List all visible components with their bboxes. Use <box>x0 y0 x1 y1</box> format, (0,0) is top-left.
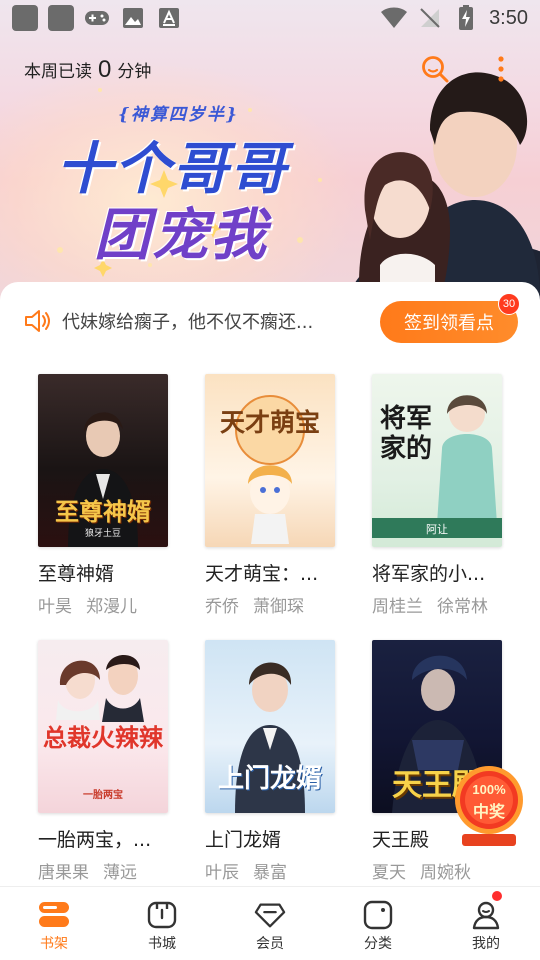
profile-icon <box>470 899 502 931</box>
book-card[interactable]: 总裁火辣辣 一胎两宝 一胎两宝，... 唐果果 薄远 <box>38 640 170 883</box>
gamepad-icon <box>84 5 110 31</box>
cover-title: 总裁火辣辣 <box>43 723 163 752</box>
book-card[interactable]: 至尊神婿 狼牙土豆 至尊神婿 叶昊 郑漫儿 <box>38 374 170 617</box>
notice-bar[interactable]: 代妹嫁给瘸子，他不仅不瘸还... 签到领看点 30 <box>22 293 520 344</box>
banner-title-line2: 团宠我 <box>94 202 268 268</box>
font-icon <box>156 5 182 31</box>
speaker-icon <box>22 306 52 336</box>
app-icon <box>12 5 38 31</box>
author-name: 萧御琛 <box>253 597 304 617</box>
notification-dot <box>492 891 502 901</box>
cover-title: 上门龙婿 <box>217 764 322 794</box>
checkin-button[interactable]: 签到领看点 30 <box>380 293 520 343</box>
author-name: 徐常林 <box>437 597 488 617</box>
status-time: 3:50 <box>489 6 528 29</box>
nav-label: 我的 <box>472 936 500 952</box>
cover-illustration <box>235 395 305 544</box>
cover-author: 阿让 <box>426 523 448 536</box>
checkin-label: 签到领看点 <box>404 313 494 334</box>
bottom-nav: 书架 书城 会员 分类 我的 <box>0 886 540 960</box>
author-name: 暴富 <box>253 863 287 883</box>
wifi-icon <box>381 5 408 31</box>
promo-percent: 100% <box>472 782 506 797</box>
diamond-icon <box>254 899 286 931</box>
author-name: 叶昊 <box>38 597 72 617</box>
author-name: 郑漫儿 <box>86 597 137 617</box>
book-authors: 乔侨 萧御琛 <box>205 592 337 617</box>
no-signal-icon <box>417 5 443 31</box>
weekly-read-stat[interactable]: 本周已读 0 分钟 <box>24 56 151 84</box>
nav-label: 分类 <box>364 936 392 952</box>
banner-couple-illustration <box>350 72 540 300</box>
cover-subtitle: 一胎两宝 <box>83 790 123 801</box>
cover-author: 狼牙土豆 <box>84 529 121 539</box>
top-actions <box>418 52 518 86</box>
author-name: 薄远 <box>103 863 137 883</box>
nav-label: 书城 <box>148 936 176 952</box>
nav-membership[interactable]: 会员 <box>216 887 324 960</box>
battery-charging-icon <box>453 5 479 31</box>
author-name: 周婉秋 <box>420 863 471 883</box>
book-cover[interactable]: 至尊神婿 狼牙土豆 <box>38 374 168 547</box>
bookshelf-icon <box>38 899 70 931</box>
cover-title: 将军家的 <box>379 404 432 464</box>
author-name: 周桂兰 <box>372 597 423 617</box>
book-title[interactable]: 至尊神婿 <box>38 559 170 586</box>
nav-bookstore[interactable]: 书城 <box>108 887 216 960</box>
cover-title: 天才萌宝 <box>219 408 320 437</box>
book-authors: 周桂兰 徐常林 <box>372 592 504 617</box>
book-authors: 唐果果 薄远 <box>38 858 170 883</box>
book-title[interactable]: 将军家的小... <box>372 559 504 586</box>
read-stat-label: 本周已读 <box>24 62 92 82</box>
author-name: 夏天 <box>372 863 406 883</box>
nav-label: 会员 <box>256 936 284 952</box>
read-unit: 分钟 <box>117 62 152 82</box>
banner-subtitle: {神算四岁半} <box>118 105 239 125</box>
book-cover[interactable]: 天才萌宝 <box>205 374 335 547</box>
nav-category[interactable]: 分类 <box>324 887 432 960</box>
cover-title: 至尊神婿 <box>55 497 151 526</box>
image-icon <box>120 5 146 31</box>
checkin-badge: 30 <box>498 293 520 315</box>
author-name: 乔侨 <box>205 597 239 617</box>
more-vertical-icon[interactable] <box>484 52 518 86</box>
nav-bookshelf[interactable]: 书架 <box>0 887 108 960</box>
lottery-promo-button[interactable]: 100% 中奖 <box>452 762 526 850</box>
book-card[interactable]: 天才萌宝 天才萌宝：... 乔侨 萧御琛 <box>205 374 337 617</box>
book-title[interactable]: 上门龙婿 <box>205 825 337 852</box>
promo-label: 中奖 <box>472 802 505 821</box>
book-cover[interactable]: 将军家的 阿让 <box>372 374 502 547</box>
author-name: 叶辰 <box>205 863 239 883</box>
nav-profile[interactable]: 我的 <box>432 887 540 960</box>
nav-label: 书架 <box>40 936 68 952</box>
book-authors: 叶昊 郑漫儿 <box>38 592 170 617</box>
book-title[interactable]: 天才萌宝：... <box>205 559 337 586</box>
category-icon <box>362 899 394 931</box>
bookstore-icon <box>146 899 178 931</box>
book-title[interactable]: 一胎两宝，... <box>38 825 170 852</box>
book-card[interactable]: 上门龙婿 上门龙婿 叶辰 暴富 <box>205 640 337 883</box>
book-card[interactable]: 将军家的 阿让 将军家的小... 周桂兰 徐常林 <box>372 374 504 617</box>
author-name: 唐果果 <box>38 863 89 883</box>
app-icon <box>48 5 74 31</box>
book-cover[interactable]: 总裁火辣辣 一胎两宝 <box>38 640 168 813</box>
book-cover[interactable]: 上门龙婿 <box>205 640 335 813</box>
search-icon[interactable] <box>418 52 452 86</box>
notice-text[interactable]: 代妹嫁给瘸子，他不仅不瘸还... <box>62 308 313 334</box>
book-authors: 夏天 周婉秋 <box>372 858 504 883</box>
read-minutes: 0 <box>98 56 112 83</box>
book-authors: 叶辰 暴富 <box>205 858 337 883</box>
status-bar: 3:50 <box>0 0 540 36</box>
